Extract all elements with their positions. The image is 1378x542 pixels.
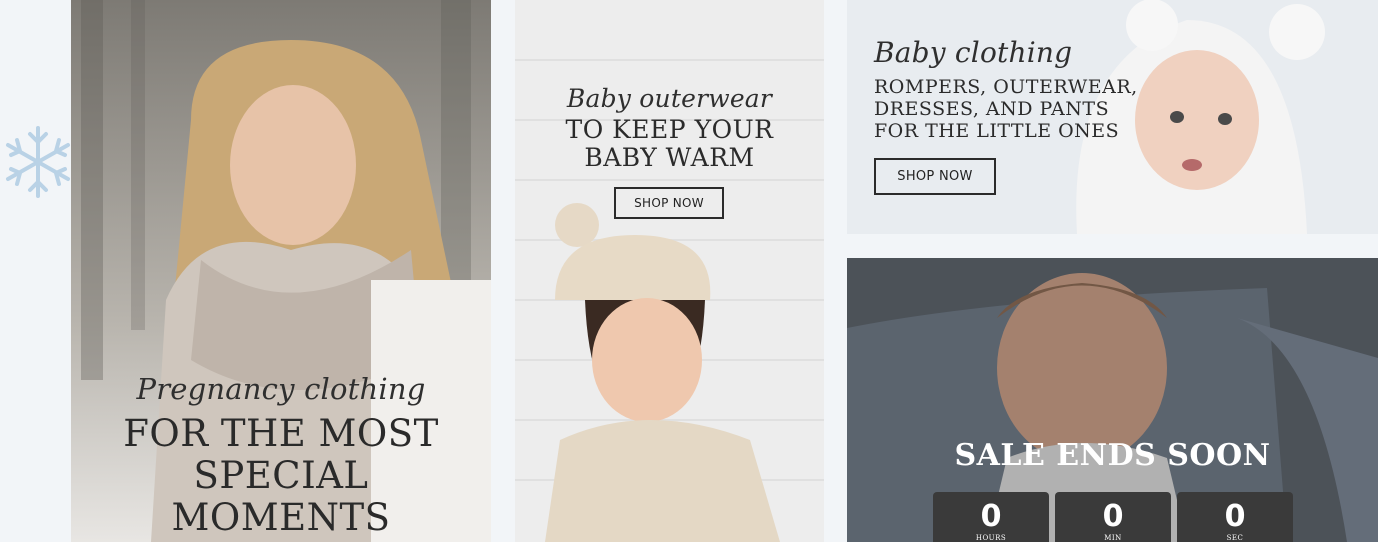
countdown-hours-label: HOURS	[975, 534, 1007, 542]
pregnancy-script-title: Pregnancy clothing	[136, 372, 426, 406]
countdown-minutes: 0 MIN	[1055, 492, 1171, 542]
pregnancy-headline: FOR THE MOST SPECIAL MOMENTS	[71, 413, 491, 539]
banner-baby-clothing[interactable]: Baby clothing ROMPERS, OUTERWEAR, DRESSE…	[847, 0, 1378, 234]
clothing-headline: ROMPERS, OUTERWEAR, DRESSES, AND PANTS F…	[874, 76, 1138, 142]
countdown-hours: 0 HOURS	[933, 492, 1049, 542]
countdown-seconds-value: 0	[1224, 499, 1246, 534]
clothing-headline-line: FOR THE LITTLE ONES	[874, 120, 1120, 142]
pregnancy-headline-line: SPECIAL	[193, 454, 369, 497]
countdown-seconds-label: SEC	[1226, 534, 1244, 542]
pregnancy-headline-line: FOR THE MOST	[123, 412, 439, 455]
countdown-minutes-value: 0	[1102, 499, 1124, 534]
clothing-script-title: Baby clothing	[874, 36, 1073, 69]
outerwear-photo	[515, 0, 824, 542]
outerwear-headline-line: BABY WARM	[584, 143, 755, 172]
countdown-hours-value: 0	[980, 499, 1002, 534]
outerwear-headline: TO KEEP YOUR BABY WARM	[515, 116, 824, 172]
banner-baby-outerwear[interactable]: Baby outerwear TO KEEP YOUR BABY WARM SH…	[515, 0, 824, 542]
countdown-seconds: 0 SEC	[1177, 492, 1293, 542]
outerwear-shop-now-button[interactable]: SHOP NOW	[614, 187, 724, 219]
banner-sale-countdown[interactable]: SALE ENDS SOON 0 HOURS 0 MIN 0 SEC	[847, 258, 1378, 542]
sale-title: SALE ENDS SOON	[954, 438, 1271, 473]
snowflake-icon	[6, 126, 70, 198]
banner-pregnancy-clothing[interactable]: Pregnancy clothing FOR THE MOST SPECIAL …	[71, 0, 491, 542]
clothing-shop-now-button[interactable]: SHOP NOW	[874, 158, 996, 195]
pregnancy-headline-line: MOMENTS	[171, 496, 391, 539]
outerwear-script-title: Baby outerwear	[566, 84, 773, 113]
outerwear-headline-line: TO KEEP YOUR	[565, 115, 774, 144]
clothing-headline-line: DRESSES, AND PANTS	[874, 98, 1110, 120]
clothing-headline-line: ROMPERS, OUTERWEAR,	[874, 76, 1138, 98]
countdown-minutes-label: MIN	[1104, 534, 1122, 542]
